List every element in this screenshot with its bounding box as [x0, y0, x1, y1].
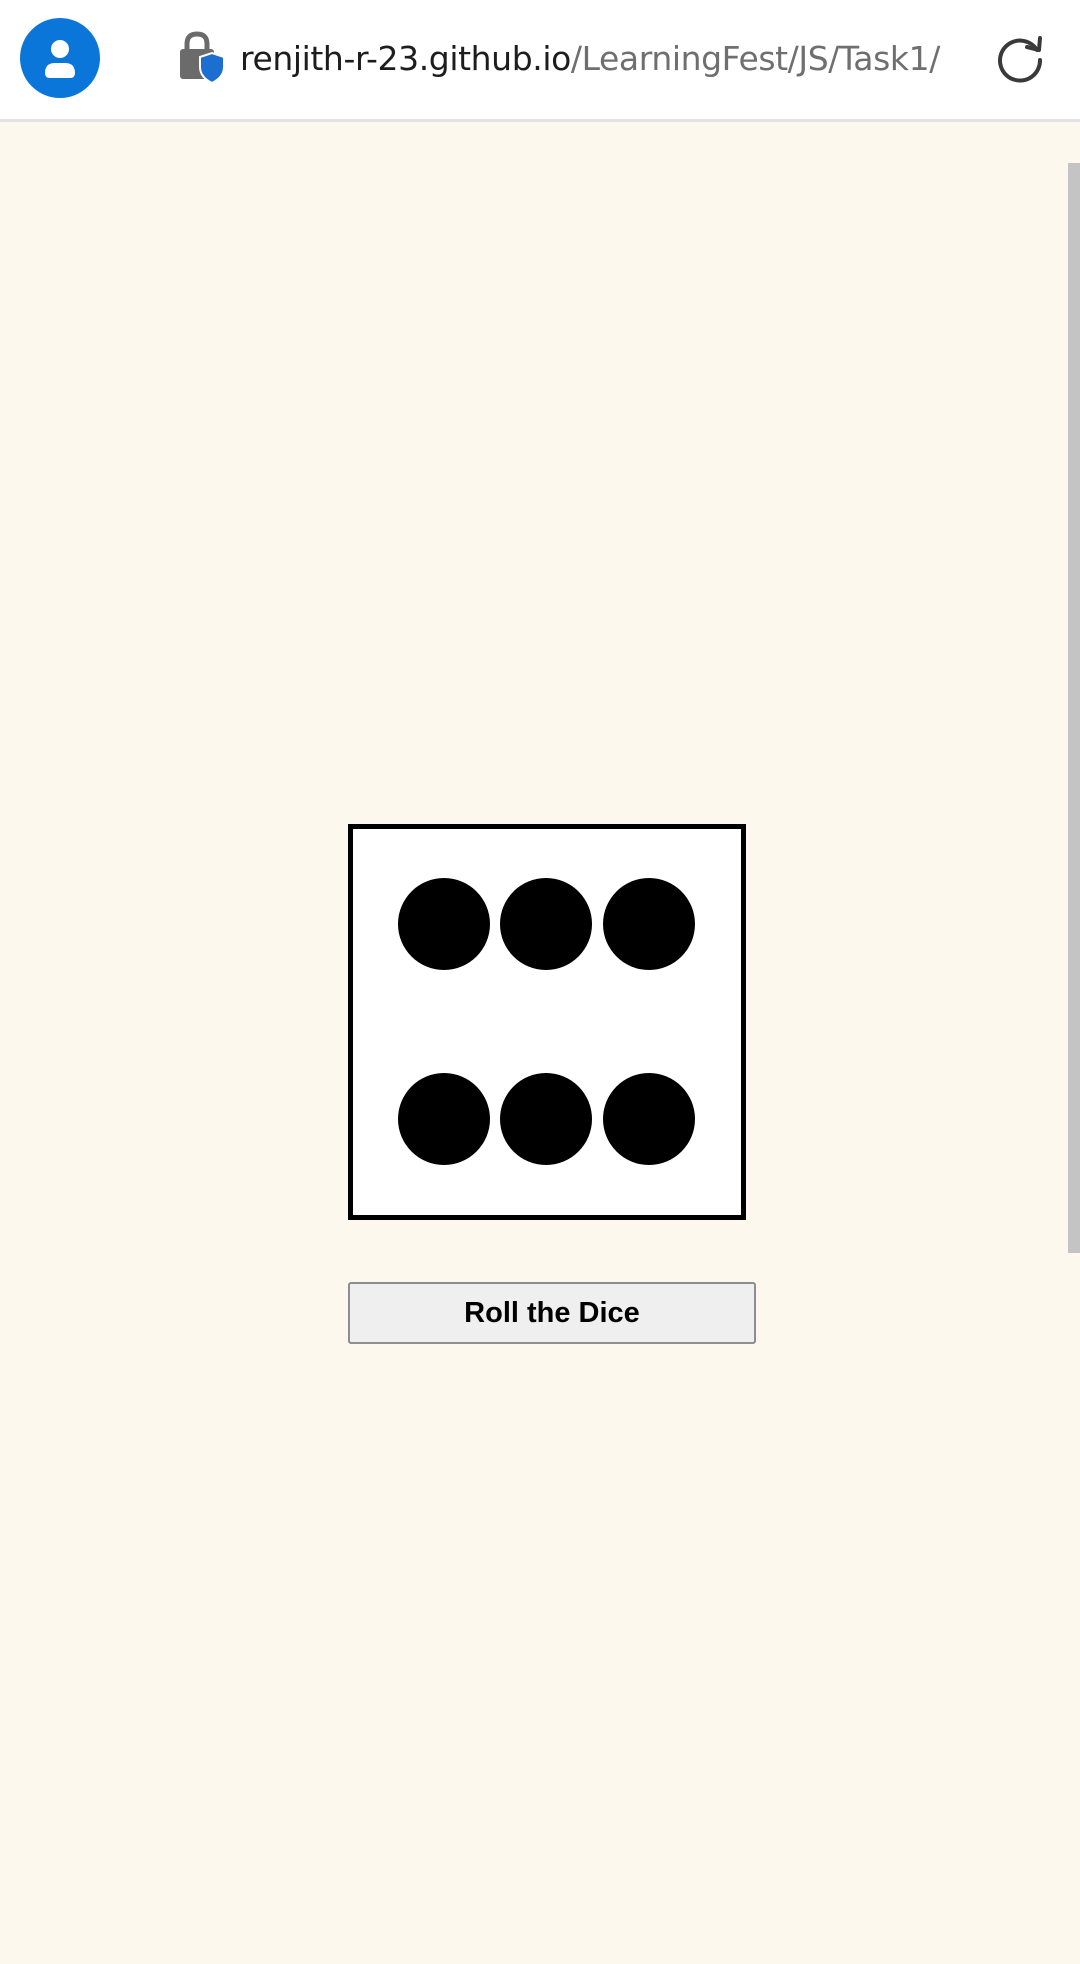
dice-pip: [500, 1073, 592, 1165]
dice-pip: [500, 878, 592, 970]
dice-pip: [398, 878, 490, 970]
browser-toolbar: renjith-r-23.github.io/LearningFest/JS/T…: [0, 0, 1080, 122]
dice-pip: [603, 878, 695, 970]
url-domain: renjith-r-23.github.io: [240, 39, 571, 78]
reload-icon[interactable]: [994, 32, 1046, 84]
url-path: /LearningFest/JS/Task1/: [570, 39, 940, 78]
address-bar-url[interactable]: renjith-r-23.github.io/LearningFest/JS/T…: [240, 34, 940, 84]
roll-dice-button[interactable]: Roll the Dice: [348, 1282, 756, 1344]
dice-face: [348, 824, 746, 1220]
dice-pip: [398, 1073, 490, 1165]
page-scrollbar[interactable]: [1068, 163, 1080, 1253]
dice-pip: [603, 1073, 695, 1165]
profile-avatar-icon[interactable]: [20, 18, 100, 98]
lock-shield-icon[interactable]: [176, 30, 226, 86]
